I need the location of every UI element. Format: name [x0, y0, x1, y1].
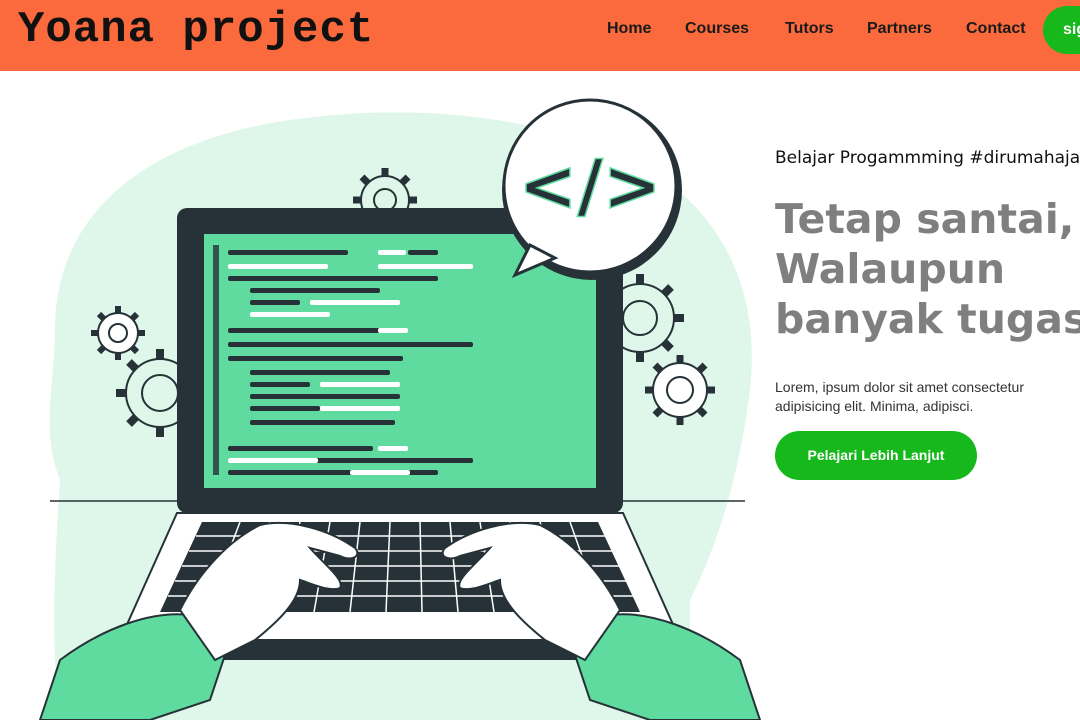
- nav-home-link[interactable]: Home: [607, 20, 651, 38]
- headline-line-3: banyak tugas: [775, 295, 1080, 343]
- signup-button[interactable]: sign up: [1043, 6, 1080, 54]
- hero-headline: Tetap santai, Walaupun banyak tugas: [775, 194, 1080, 344]
- code-symbol: </>: [519, 145, 662, 227]
- hero-illustration: </>: [38, 98, 762, 720]
- hero-description: Lorem, ipsum dolor sit amet consectetur …: [775, 379, 1024, 414]
- nav-contact-link[interactable]: Contact: [966, 20, 1026, 38]
- landing-page: Yoana project Home Courses Tutors Partne…: [0, 0, 1080, 720]
- headline-line-2: Walaupun: [775, 245, 1006, 293]
- nav-courses-link[interactable]: Courses: [685, 20, 749, 38]
- hero-tagline: Belajar Progammming #dirumahaja: [775, 148, 1080, 168]
- brand-logo[interactable]: Yoana project: [18, 2, 374, 58]
- nav-partners-link[interactable]: Partners: [867, 20, 932, 38]
- code-bubble-icon: </>: [502, 98, 682, 280]
- headline-line-1: Tetap santai,: [775, 195, 1075, 243]
- learn-more-button[interactable]: Pelajari Lebih Lanjut: [775, 431, 977, 480]
- nav-tutors-link[interactable]: Tutors: [785, 20, 834, 38]
- navbar: Yoana project Home Courses Tutors Partne…: [0, 0, 1080, 71]
